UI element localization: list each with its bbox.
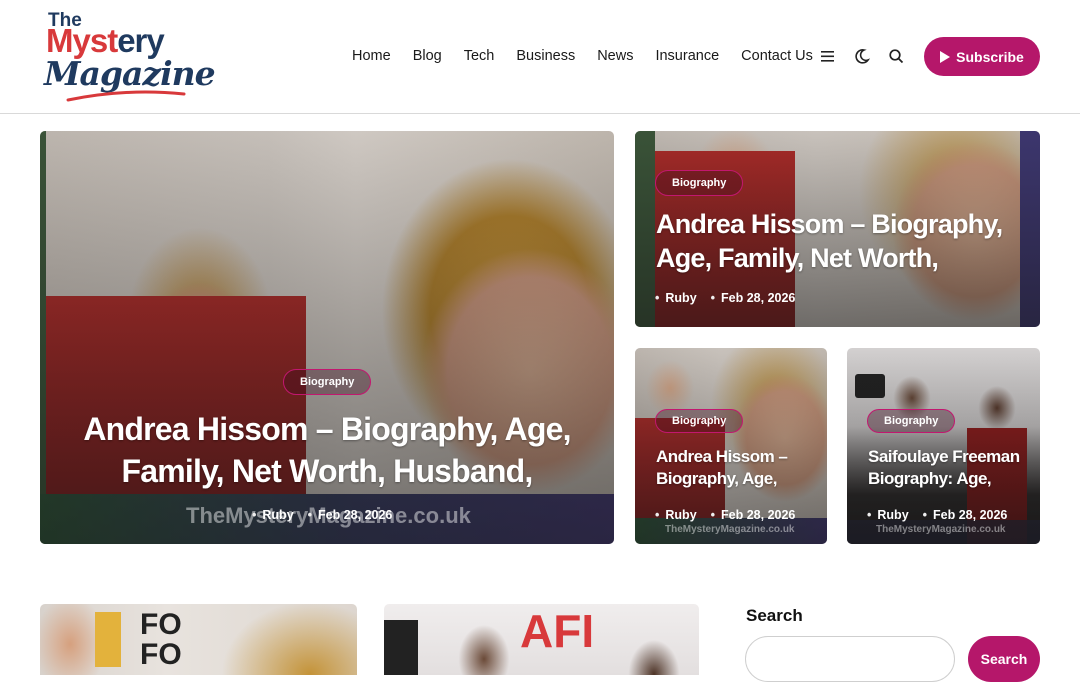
featured-small-right-title[interactable]: Saifoulaye Freeman Biography: Age, — [868, 446, 1020, 490]
post-date: Feb 28, 2026 — [711, 291, 795, 305]
featured-main-title[interactable]: Andrea Hissom – Biography, Age, Family, … — [40, 408, 614, 492]
site-header: The Mystery Magazine Home Blog Tech Busi… — [0, 0, 1080, 114]
featured-small-right-card[interactable]: Biography Saifoulaye Freeman Biography: … — [847, 348, 1040, 544]
nav-news[interactable]: News — [597, 48, 633, 64]
nav-business[interactable]: Business — [516, 48, 575, 64]
category-badge[interactable]: Biography — [283, 369, 372, 395]
post-meta: Ruby Feb 28, 2026 — [867, 508, 1007, 522]
featured-top-right-card[interactable]: Biography Andrea Hissom – Biography, Age… — [635, 131, 1040, 327]
post-author[interactable]: Ruby — [252, 508, 293, 522]
logo-magazine: Magazine — [44, 54, 216, 93]
post-meta: Ruby Feb 28, 2026 — [655, 508, 795, 522]
logo-swoosh — [66, 90, 186, 102]
sidebar-search-input[interactable] — [745, 636, 955, 682]
post-author[interactable]: Ruby — [867, 508, 908, 522]
watermark-text: TheMysteryMagazine.co.uk — [665, 524, 795, 535]
sidebar-search-title: Search — [746, 606, 803, 625]
nav-insurance[interactable]: Insurance — [655, 48, 719, 64]
subscribe-label: Subscribe — [956, 48, 1024, 65]
subscribe-button[interactable]: Subscribe — [924, 37, 1040, 76]
featured-small-left-title[interactable]: Andrea Hissom – Biography, Age, — [656, 446, 788, 490]
featured-top-right-title[interactable]: Andrea Hissom – Biography, Age, Family, … — [656, 207, 1003, 275]
featured-small-left-card[interactable]: Biography Andrea Hissom – Biography, Age… — [635, 348, 827, 544]
post-card-image[interactable]: AFI — [384, 604, 699, 675]
sidebar-search-button[interactable]: Search — [968, 636, 1040, 682]
menu-icon[interactable] — [820, 47, 836, 65]
watermark-text: TheMysteryMagazine.co.uk — [876, 524, 1006, 535]
nav-home[interactable]: Home — [352, 48, 391, 64]
nav-tech[interactable]: Tech — [464, 48, 495, 64]
afi-sign-letters: FO FO — [140, 608, 182, 671]
site-logo[interactable]: The Mystery Magazine — [44, 10, 216, 105]
post-date: Feb 28, 2026 — [711, 508, 795, 522]
nav-blog[interactable]: Blog — [413, 48, 442, 64]
tv-land-logo — [384, 620, 418, 675]
featured-main-card[interactable]: Biography Andrea Hissom – Biography, Age… — [40, 131, 614, 544]
post-meta: Ruby Feb 28, 2026 — [655, 291, 795, 305]
post-author[interactable]: Ruby — [655, 291, 696, 305]
post-card-image[interactable]: FO FO — [40, 604, 357, 675]
header-icons — [820, 47, 922, 65]
post-date: Feb 28, 2026 — [923, 508, 1007, 522]
category-badge[interactable]: Biography — [655, 170, 744, 196]
category-badge[interactable]: Biography — [655, 409, 744, 433]
moon-icon[interactable] — [854, 47, 870, 65]
post-date: Feb 28, 2026 — [308, 508, 392, 522]
search-icon[interactable] — [888, 47, 904, 65]
play-icon — [940, 50, 951, 63]
nav-contact-us[interactable]: Contact Us — [741, 48, 813, 64]
post-author[interactable]: Ruby — [655, 508, 696, 522]
afi-logo: AFI — [520, 605, 595, 657]
category-badge[interactable]: Biography — [867, 409, 956, 433]
main-nav: Home Blog Tech Business News Insurance C… — [352, 48, 835, 64]
post-meta: Ruby Feb 28, 2026 — [252, 508, 392, 522]
